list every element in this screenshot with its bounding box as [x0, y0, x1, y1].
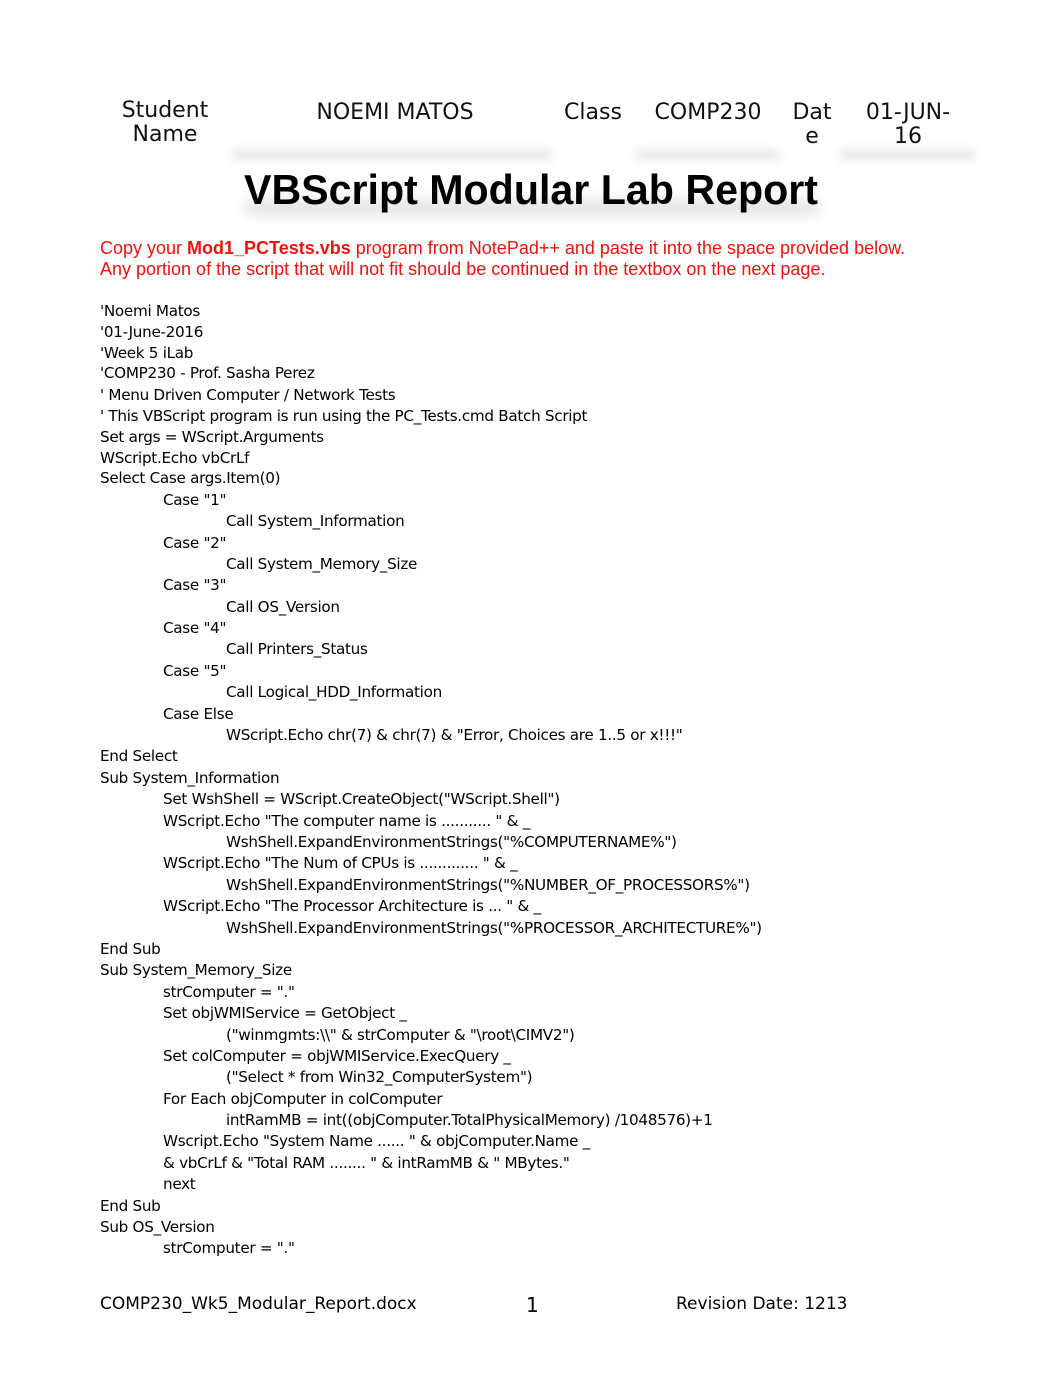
instructions-filename: Mod1_PCTests.vbs	[187, 238, 351, 258]
student-label-line2: Name	[132, 122, 198, 147]
code-line: ' This VBScript program is run using the…	[100, 407, 588, 426]
code-line: Sub System_Memory_Size	[100, 961, 292, 980]
code-line: ' Menu Driven Computer / Network Tests	[100, 385, 396, 404]
code-line: 'Week 5 iLab	[100, 343, 194, 362]
code-line: intRamMB = int((objComputer.TotalPhysica…	[226, 1111, 713, 1130]
date-value-line1: 01-JUN-	[865, 100, 951, 125]
date-label-line1: Dat	[792, 100, 832, 125]
code-line: WScript.Echo "The Processor Architecture…	[163, 897, 541, 916]
instructions-line2: Any portion of the script that will not …	[100, 259, 826, 279]
code-line: Call Logical_HDD_Information	[226, 683, 442, 702]
code-line: Set args = WScript.Arguments	[100, 428, 324, 447]
footer-filename: COMP230_Wk5_Modular_Report.docx	[100, 1294, 417, 1314]
code-line: End Sub	[100, 939, 161, 958]
code-line: & vbCrLf & "Total RAM ........ " & intRa…	[163, 1153, 570, 1172]
code-line: For Each objComputer in colComputer	[163, 1089, 443, 1108]
code-line: 'COMP230 - Prof. Sasha Perez	[100, 364, 315, 383]
code-line: Call System_Information	[226, 512, 405, 531]
report-title: VBScript Modular Lab Report	[243, 166, 818, 213]
date-value-line2: 16	[894, 124, 922, 149]
code-line: Case Else	[163, 704, 234, 723]
code-line: ("Select * from Win32_ComputerSystem")	[226, 1068, 533, 1087]
code-line: strComputer = "."	[163, 1239, 295, 1258]
class-label: Class	[564, 100, 622, 125]
script-code-block[interactable]: 'Noemi Matos '01-June-2016 'Week 5 iLab …	[100, 301, 762, 1260]
code-line: End Select	[100, 747, 178, 766]
instructions-prefix: Copy your	[100, 238, 188, 258]
code-line: WshShell.ExpandEnvironmentStrings("%PROC…	[226, 918, 762, 937]
date-label-line2: e	[805, 124, 819, 149]
code-line: Case "1"	[163, 490, 227, 509]
code-line: WScript.Echo chr(7) & chr(7) & "Error, C…	[226, 726, 683, 745]
code-line: End Sub	[100, 1196, 161, 1215]
student-label-line1: Student	[121, 98, 209, 123]
code-line: Call OS_Version	[226, 597, 340, 616]
code-line: WScript.Echo vbCrLf	[100, 448, 250, 467]
footer-revision-date: Revision Date: 1213	[676, 1294, 848, 1314]
student-name-underline	[232, 150, 552, 160]
code-line: '01-June-2016	[100, 323, 204, 342]
code-line: Select Case args.Item(0)	[100, 469, 281, 488]
code-line: ("winmgmts:\\" & strComputer & "\root\CI…	[226, 1025, 575, 1044]
code-line: Wscript.Echo "System Name ...... " & obj…	[163, 1132, 591, 1151]
code-line: Case "2"	[163, 533, 227, 552]
instructions-suffix: program from NotePad++ and paste it into…	[350, 238, 906, 258]
code-line: Call System_Memory_Size	[226, 554, 418, 573]
date-underline	[840, 150, 975, 160]
student-name-field[interactable]: NOEMI MATOS	[290, 101, 500, 125]
instructions-line1: Copy your Mod1_PCTests.vbs program from …	[100, 238, 1000, 259]
code-line: 'Noemi Matos	[100, 302, 200, 320]
code-line: Case "4"	[163, 619, 227, 638]
code-line: WScript.Echo "The computer name is .....…	[163, 811, 530, 830]
code-line: WshShell.ExpandEnvironmentStrings("%NUMB…	[226, 875, 750, 894]
code-line: Sub OS_Version	[100, 1218, 215, 1237]
code-line: Set objWMIService = GetObject _	[163, 1004, 407, 1023]
code-line: Case "3"	[163, 576, 227, 595]
code-line: next	[163, 1175, 196, 1194]
code-line: Call Printers_Status	[226, 640, 368, 659]
instructions: Copy your Mod1_PCTests.vbs program from …	[100, 238, 1000, 280]
student-name-label: Student Name	[110, 99, 220, 147]
code-line: Set colComputer = objWMIService.ExecQuer…	[163, 1046, 511, 1065]
code-line: WScript.Echo "The Num of CPUs is .......…	[163, 854, 518, 873]
date-field[interactable]: 01-JUN- 16	[853, 101, 963, 149]
date-label: Dat e	[785, 101, 839, 149]
code-line: Sub System_Information	[100, 768, 280, 787]
class-underline	[635, 150, 780, 160]
code-line: WshShell.ExpandEnvironmentStrings("%COMP…	[226, 832, 677, 851]
footer-page-number: 1	[526, 1293, 539, 1317]
code-line: Case "5"	[163, 661, 227, 680]
code-line: strComputer = "."	[163, 982, 295, 1001]
code-line: Set WshShell = WScript.CreateObject("WSc…	[163, 790, 560, 809]
class-field[interactable]: COMP230	[644, 101, 772, 125]
